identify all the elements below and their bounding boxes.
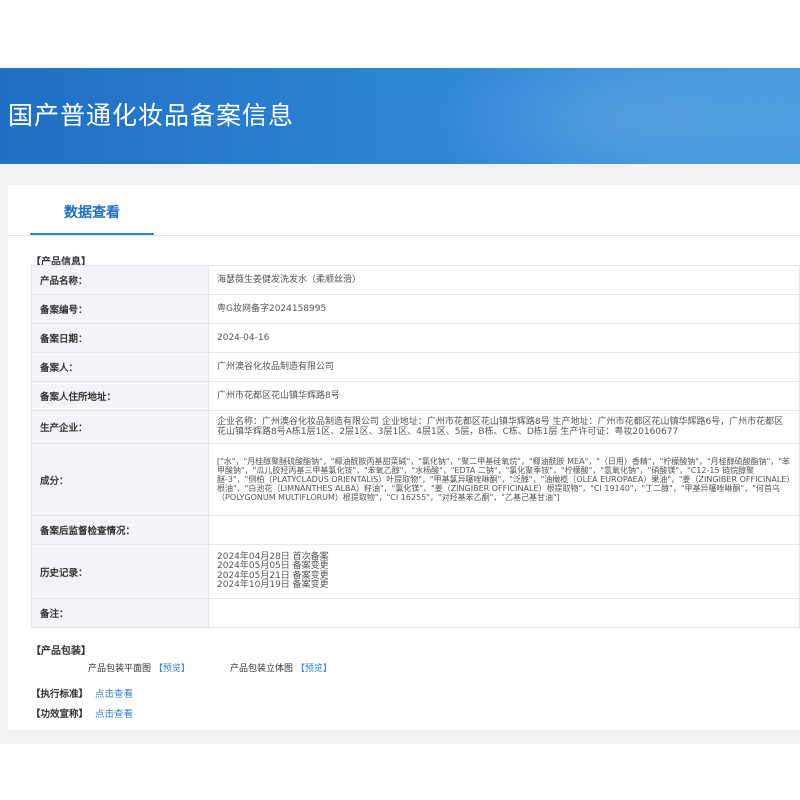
- section-package: 【产品包装】: [31, 646, 91, 657]
- inspection-value: [208, 515, 800, 545]
- field-label: 备案编号：: [31, 294, 209, 324]
- claims-row: 【功效宣称】 点击查看: [31, 706, 133, 720]
- record-number-value: 粤G妆网备字2024158995: [208, 294, 800, 324]
- address-value: 广州市花都区花山镇华辉路8号: [208, 381, 800, 411]
- table-row: 成分： ["水"，"月桂醇聚醚硫酸酯钠"，"椰油酰胺丙基甜菜碱"，"氯化钠"，"…: [31, 443, 800, 516]
- table-row: 备案编号： 粤G妆网备字2024158995: [31, 294, 800, 324]
- page-title: 国产普通化妆品备案信息: [8, 101, 295, 130]
- field-label: 成分：: [31, 443, 209, 516]
- table-row: 备案日期： 2024-04-16: [31, 323, 800, 353]
- table-row: 历史记录： 2024年04月28日 首次备案 2024年05月05日 备案变更 …: [31, 544, 800, 599]
- section-standard: 【执行标准】: [31, 689, 89, 700]
- registrant-value: 广州澳谷化妆品制造有限公司: [208, 352, 800, 382]
- package-flat-label: 产品包装平面图: [88, 664, 152, 674]
- field-label: 备案日期：: [31, 323, 209, 353]
- history-entry: 2024年10月19日 备案变更: [217, 580, 329, 590]
- record-date-value: 2024-04-16: [208, 323, 800, 353]
- package-solid-preview-link[interactable]: 【预览】: [296, 664, 332, 674]
- header-banner: 国产普通化妆品备案信息: [0, 68, 800, 164]
- table-row: 产品名称： 海瑟薇生姜健发洗发水（柔顺丝滑）: [31, 265, 800, 295]
- table-row: 备案后监督检查情况：: [31, 515, 800, 545]
- field-label: 生产企业：: [31, 410, 209, 444]
- product-info-table: 产品名称： 海瑟薇生姜健发洗发水（柔顺丝滑） 备案编号： 粤G妆网备字20241…: [31, 265, 800, 628]
- field-label: 历史记录：: [31, 544, 209, 599]
- table-row: 备案人住所地址： 广州市花都区花山镇华辉路8号: [31, 381, 800, 411]
- page: 国产普通化妆品备案信息 数据查看 【产品信息】 产品名称： 海瑟薇生姜健发洗发水…: [0, 0, 800, 800]
- notes-value: [208, 598, 800, 628]
- manufacturer-value: 企业名称：广州澳谷化妆品制造有限公司 企业地址：广州市花都区花山镇华辉路8号 生…: [208, 410, 800, 444]
- package-solid: 产品包装立体图 【预览】: [230, 661, 332, 674]
- ingredients-value: ["水"，"月桂醇聚醚硫酸酯钠"，"椰油酰胺丙基甜菜碱"，"氯化钠"，"聚二甲基…: [208, 443, 800, 516]
- table-row: 备注：: [31, 598, 800, 628]
- field-label: 备案后监督检查情况：: [31, 515, 209, 545]
- standard-view-link[interactable]: 点击查看: [95, 689, 133, 700]
- field-label: 产品名称：: [31, 265, 209, 295]
- standard-row: 【执行标准】 点击查看: [31, 686, 133, 700]
- history-value: 2024年04月28日 首次备案 2024年05月05日 备案变更 2024年0…: [208, 544, 800, 599]
- table-row: 备案人： 广州澳谷化妆品制造有限公司: [31, 352, 800, 382]
- claims-view-link[interactable]: 点击查看: [95, 709, 133, 720]
- field-label: 备注：: [31, 598, 209, 628]
- field-label: 备案人：: [31, 352, 209, 382]
- tab-data-view[interactable]: 数据查看: [30, 195, 154, 235]
- field-label: 备案人住所地址：: [31, 381, 209, 411]
- package-flat-preview-link[interactable]: 【预览】: [154, 664, 190, 674]
- product-name-value: 海瑟薇生姜健发洗发水（柔顺丝滑）: [208, 265, 800, 295]
- tab-bar: 数据查看: [8, 195, 800, 236]
- table-row: 生产企业： 企业名称：广州澳谷化妆品制造有限公司 企业地址：广州市花都区花山镇华…: [31, 410, 800, 444]
- package-flat: 产品包装平面图 【预览】: [88, 661, 190, 674]
- package-solid-label: 产品包装立体图: [230, 664, 294, 674]
- section-claims: 【功效宣称】: [31, 709, 89, 720]
